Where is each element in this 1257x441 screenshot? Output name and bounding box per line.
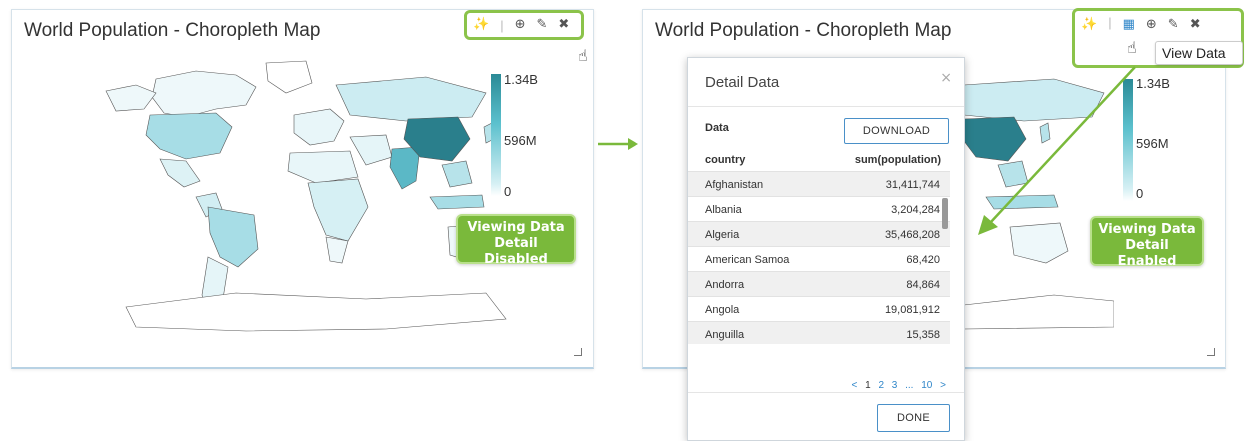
resize-handle[interactable] <box>1207 348 1215 356</box>
panel-toolbar-left: ✨ | ⊕ ✎ ✖ <box>464 10 584 40</box>
modal-title: Detail Data <box>705 74 780 91</box>
column-header-population[interactable]: sum(population) <box>855 154 941 166</box>
resize-handle[interactable] <box>574 348 582 356</box>
region-usa <box>145 112 233 160</box>
download-icon[interactable]: ⊕ <box>1146 15 1157 35</box>
pagination-current: 1 <box>865 380 871 391</box>
legend-mid-label: 596M <box>504 133 537 148</box>
region-india <box>389 146 421 190</box>
magic-wand-icon[interactable]: ✨ <box>1081 15 1097 35</box>
cell-country: American Samoa <box>705 254 790 266</box>
region-south-africa <box>325 236 349 264</box>
cell-population: 68,420 <box>906 254 940 266</box>
pagination-prev[interactable]: < <box>851 380 857 391</box>
region-canada <box>151 70 257 118</box>
region-russia <box>335 76 487 122</box>
region-indonesia <box>429 194 485 210</box>
table-row[interactable]: Andorra 84,864 <box>688 271 950 296</box>
cell-population: 84,864 <box>906 279 940 291</box>
table-row[interactable]: Algeria 35,468,208 <box>688 221 950 246</box>
data-table[interactable]: Afghanistan 31,411,744 Albania 3,204,284… <box>688 171 950 344</box>
table-row[interactable]: Albania 3,204,284 <box>688 196 950 221</box>
region-greenland <box>265 60 313 94</box>
panel-title: World Population - Choropleth Map <box>24 20 321 41</box>
hand-cursor-icon: ☝ <box>578 46 588 65</box>
table-scrollbar[interactable] <box>942 198 948 229</box>
modal-close-icon[interactable]: × <box>940 70 952 86</box>
color-legend-bar <box>491 74 501 196</box>
table-row[interactable]: American Samoa 68,420 <box>688 246 950 271</box>
pagination-next[interactable]: > <box>940 380 946 391</box>
pagination-page[interactable]: 3 <box>892 380 898 391</box>
region-middle-east <box>349 134 393 166</box>
table-icon[interactable]: ▦ <box>1123 15 1135 35</box>
cell-country: Angola <box>705 304 740 316</box>
hand-cursor-icon: ☝ <box>1127 38 1137 57</box>
region-alaska <box>105 84 157 112</box>
cell-population: 15,358 <box>906 329 940 341</box>
table-row[interactable]: Angola 19,081,912 <box>688 296 950 321</box>
callout-line-2: Detail Enabled <box>1117 238 1177 269</box>
legend-min-label: 0 <box>504 184 512 199</box>
divider <box>688 392 964 393</box>
cell-population: 3,204,284 <box>891 204 940 216</box>
pagination-page[interactable]: 10 <box>921 380 932 391</box>
table-row[interactable]: Anguilla 15,358 <box>688 321 950 344</box>
toolbar-divider: | <box>1108 15 1112 30</box>
region-europe <box>293 108 345 146</box>
callout-detail-disabled: Viewing Data Detail Disabled <box>456 214 576 267</box>
data-section-label: Data <box>705 122 729 134</box>
world-choropleth-map[interactable] <box>86 57 526 347</box>
pagination: < 1 2 3 ... 10 > <box>688 380 946 391</box>
cell-population: 31,411,744 <box>885 179 940 191</box>
region-mexico <box>159 158 201 188</box>
download-button[interactable]: DOWNLOAD <box>844 118 949 144</box>
cell-population: 19,081,912 <box>884 304 940 316</box>
close-icon[interactable]: ✖ <box>558 15 569 35</box>
region-antarctica <box>125 292 507 332</box>
cell-country: Afghanistan <box>705 179 764 191</box>
detail-data-modal: Detail Data × Data DOWNLOAD country sum(… <box>687 57 965 441</box>
callout-line-1: Viewing Data <box>467 220 565 235</box>
region-antarctica <box>964 294 1114 330</box>
cell-population: 35,468,208 <box>884 229 940 241</box>
magic-wand-icon[interactable]: ✨ <box>473 15 489 35</box>
region-central-africa <box>307 178 369 242</box>
cell-country: Andorra <box>705 279 745 291</box>
region-southeast-asia <box>441 160 473 188</box>
close-icon[interactable]: ✖ <box>1190 15 1201 35</box>
pagination-page[interactable]: 2 <box>878 380 884 391</box>
legend-max-label: 1.34B <box>504 72 538 87</box>
pagination-ellipsis: ... <box>905 380 914 391</box>
transition-arrow-icon <box>598 138 638 150</box>
divider <box>688 106 964 107</box>
pointer-arrow-icon <box>978 66 1136 235</box>
view-data-tooltip: View Data <box>1155 41 1243 65</box>
callout-line-2: Detail Disabled <box>484 236 548 267</box>
region-brazil <box>207 206 259 268</box>
cell-country: Anguilla <box>705 329 745 341</box>
cell-country: Albania <box>705 204 742 216</box>
legend-mid-label: 596M <box>1136 136 1169 151</box>
done-button[interactable]: DONE <box>877 404 950 432</box>
table-row[interactable]: Afghanistan 31,411,744 <box>688 171 950 196</box>
region-north-africa <box>287 150 359 184</box>
legend-max-label: 1.34B <box>1136 76 1170 91</box>
cell-country: Algeria <box>705 229 740 241</box>
panel-title: World Population - Choropleth Map <box>655 20 952 41</box>
toolbar-divider: | <box>500 17 504 33</box>
download-icon[interactable]: ⊕ <box>515 15 526 35</box>
pencil-icon[interactable]: ✎ <box>1168 15 1179 35</box>
column-header-country[interactable]: country <box>705 154 745 166</box>
pencil-icon[interactable]: ✎ <box>536 15 547 35</box>
